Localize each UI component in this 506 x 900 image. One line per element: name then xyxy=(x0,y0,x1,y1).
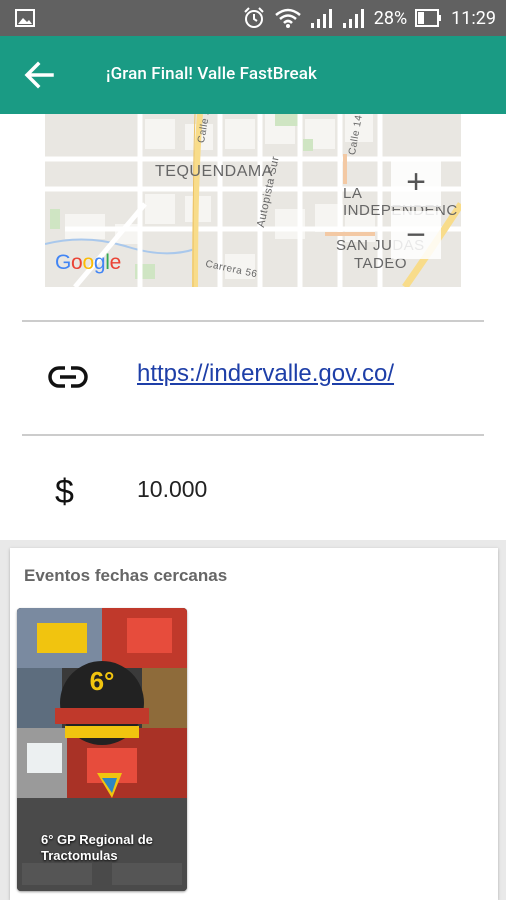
dollar-icon: $ xyxy=(55,473,74,511)
event-card[interactable]: 6° 6° GP Regional de Tractomulas xyxy=(17,608,187,891)
back-button[interactable] xyxy=(22,59,56,91)
app-bar: ¡Gran Final! Valle FastBreak xyxy=(0,36,506,114)
image-icon xyxy=(14,8,36,28)
events-card: Eventos fechas cercanas 6° 6° GP Regiona… xyxy=(10,548,498,900)
battery-icon xyxy=(415,8,443,28)
divider xyxy=(22,434,484,436)
page-title: ¡Gran Final! Valle FastBreak xyxy=(106,64,317,84)
status-bar: 28% 11:29 xyxy=(0,0,506,36)
map-view[interactable]: TEQUENDAMA LA INDEPENDENC SAN JUDAS TADE… xyxy=(45,114,461,287)
battery-percent: 28% xyxy=(373,7,408,29)
event-caption: 6° GP Regional de Tractomulas xyxy=(41,832,153,863)
zoom-in-button[interactable]: + xyxy=(391,159,441,207)
wifi-icon xyxy=(274,7,302,29)
map-label-tequendama: TEQUENDAMA xyxy=(155,163,273,180)
signal-icon xyxy=(310,7,334,29)
divider xyxy=(22,320,484,322)
link-icon xyxy=(48,364,88,394)
clock: 11:29 xyxy=(451,7,496,29)
zoom-out-button[interactable]: − xyxy=(391,211,441,259)
signal-icon xyxy=(342,7,366,29)
alarm-icon xyxy=(242,6,266,30)
google-logo: Google xyxy=(55,251,121,274)
svg-text:6°: 6° xyxy=(90,666,115,696)
website-link[interactable]: https://indervalle.gov.co/ xyxy=(137,360,394,388)
events-title: Eventos fechas cercanas xyxy=(24,566,228,585)
arrow-back-icon xyxy=(24,61,54,89)
price-value: 10.000 xyxy=(137,476,208,502)
